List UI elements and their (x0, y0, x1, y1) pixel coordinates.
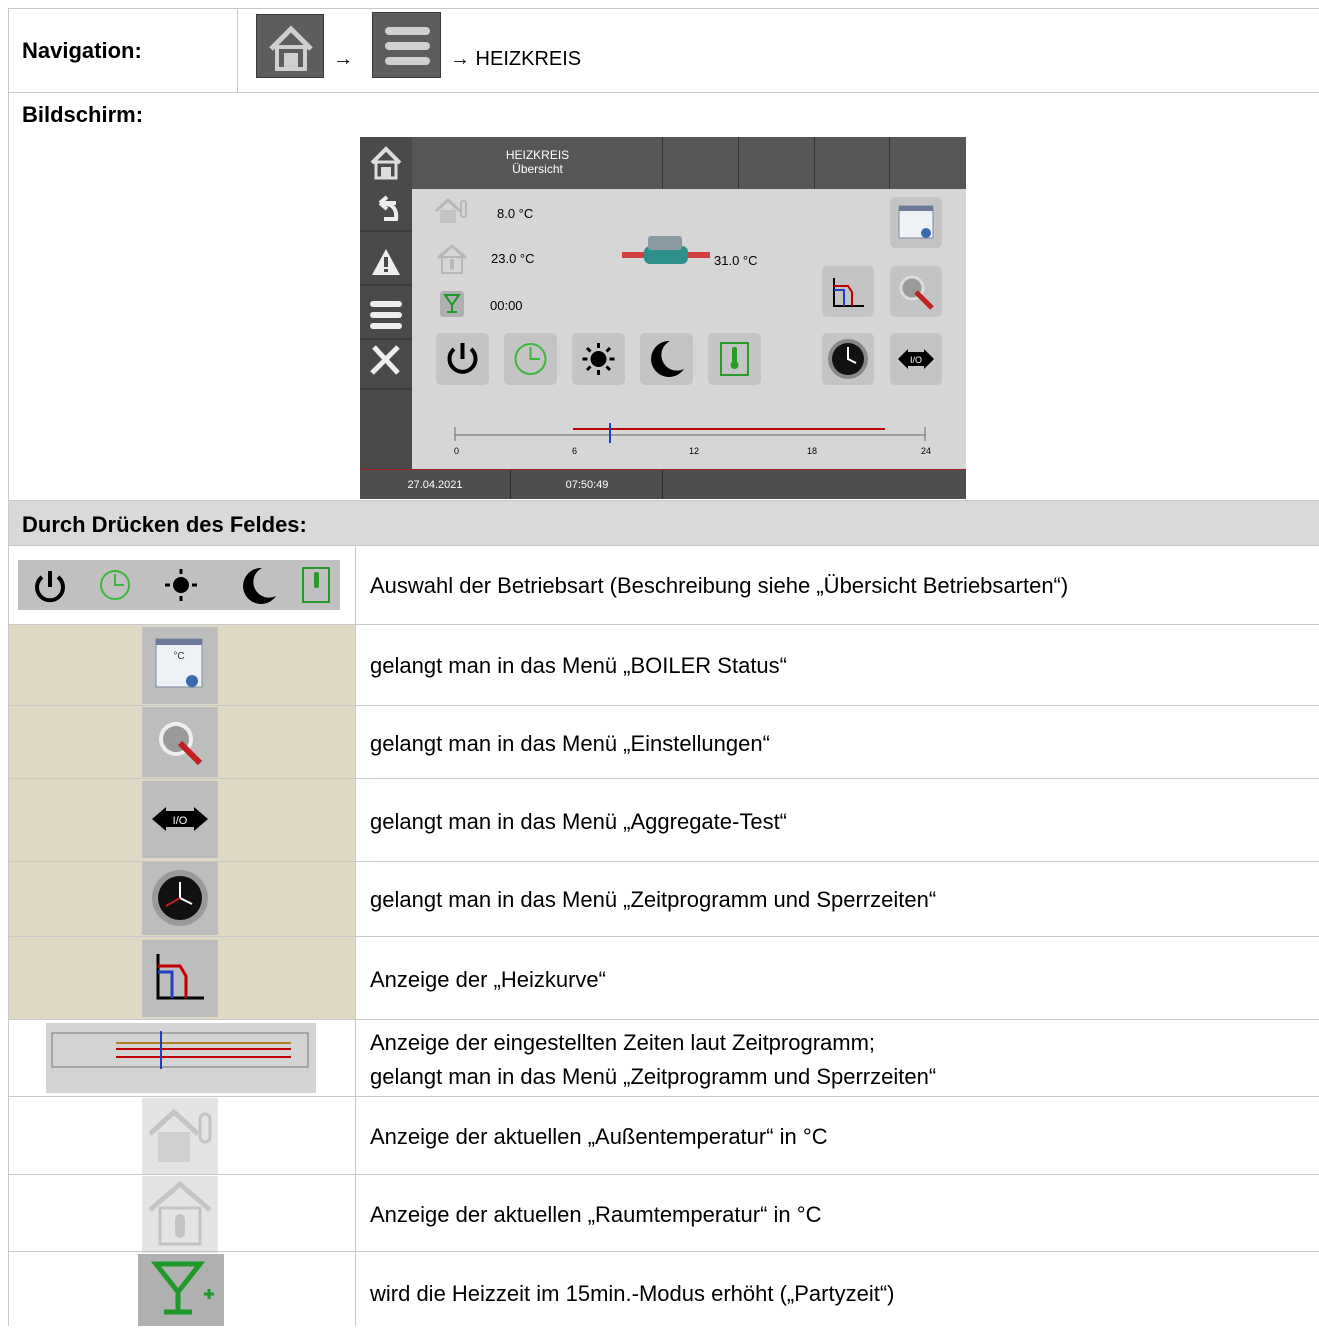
svg-text:°C: °C (173, 651, 184, 662)
operating-mode-icons (18, 560, 340, 610)
row-text: Anzeige der eingestellten Zeiten laut Ze… (370, 1030, 876, 1055)
menu-icon (385, 27, 430, 65)
outside-temp-icon (434, 197, 467, 223)
settings-icon (142, 707, 218, 777)
table-border-top (8, 8, 1319, 9)
nav-home-button[interactable] (256, 14, 324, 78)
io-test-icon: I/O (898, 349, 934, 369)
outside-temp-icon (142, 1098, 218, 1175)
mode-day-button[interactable] (572, 333, 625, 385)
timeline-tick: 24 (921, 446, 932, 456)
heating-curve-icon (142, 940, 218, 1017)
boiler-status-icon (898, 205, 934, 239)
row-divider (8, 1174, 1319, 1175)
row-text-line2: gelangt man in das Menü „Zeitprogramm un… (370, 1064, 937, 1089)
screen-title: HEIZKREIS Übersicht (414, 148, 661, 176)
home-icon (269, 25, 313, 71)
outside-temp-value: 8.0 °C (497, 206, 534, 221)
party-icon[interactable] (440, 291, 464, 317)
party-icon (138, 1254, 224, 1326)
clock-icon (828, 339, 868, 379)
nav-divider (237, 8, 238, 92)
screen-home-button[interactable] (360, 137, 412, 189)
sidebar-icons (360, 195, 412, 390)
timeline-tick: 0 (454, 446, 460, 456)
nav-target: → HEIZKREIS (450, 48, 582, 70)
timeline-tick: 18 (807, 446, 818, 456)
boiler-status-icon: °C (142, 627, 218, 704)
home-icon (370, 146, 402, 180)
room-temp-icon (142, 1176, 218, 1253)
timeline-icon (46, 1023, 316, 1093)
timeline-tick: 6 (572, 446, 578, 456)
section-label: Durch Drücken des Feldes: (22, 512, 307, 537)
mode-off-button[interactable] (436, 333, 489, 385)
row-divider (8, 92, 1319, 93)
row-divider (8, 545, 1319, 546)
screen-time: 07:50:49 (565, 479, 609, 491)
top-divider (662, 137, 663, 189)
mode-comfort-button[interactable] (708, 333, 761, 385)
time-program-button[interactable] (822, 333, 874, 385)
nav-arrow: → (333, 48, 353, 70)
io-test-icon: I/O (142, 781, 218, 858)
timeline-tick: 12 (689, 446, 700, 456)
nav-menu-button[interactable] (372, 12, 441, 78)
room-temp-icon (437, 244, 467, 274)
flow-temp-value: 31.0 °C (714, 253, 758, 268)
pump-icon (622, 236, 710, 264)
row-text: Anzeige der aktuellen „Außentemperatur“ … (370, 1124, 828, 1149)
row-text: Auswahl der Betriebsart (Beschreibung si… (370, 573, 1069, 598)
room-temp-value: 23.0 °C (491, 251, 535, 266)
party-time-value: 00:00 (490, 298, 523, 313)
screen-label: Bildschirm: (22, 102, 144, 127)
screen-screenshot: HEIZKREIS Übersicht 8.0 °C 23.0 °C 31.0 … (360, 137, 966, 499)
status-divider (662, 470, 663, 499)
settings-button[interactable] (890, 266, 942, 317)
clock-icon (142, 862, 218, 935)
clock-auto-icon (514, 343, 547, 375)
thermometer-icon (720, 342, 749, 376)
mode-night-button[interactable] (640, 333, 693, 385)
screen-date: 27.04.2021 (407, 479, 463, 491)
mode-auto-button[interactable] (504, 333, 557, 385)
row-text: gelangt man in das Menü „Zeitprogramm un… (370, 887, 937, 912)
top-divider (889, 137, 890, 189)
moon-icon (651, 340, 684, 377)
status-divider (510, 470, 511, 499)
screen-title-line1: HEIZKREIS (505, 148, 570, 162)
row-text: gelangt man in das Menü „BOILER Status“ (370, 653, 787, 678)
screen-sidebar (360, 189, 412, 469)
io-test-button[interactable]: I/O (890, 333, 942, 385)
row-divider (8, 1019, 1319, 1020)
row-text: wird die Heizzeit im 15min.-Modus erhöht… (370, 1281, 895, 1306)
settings-icon (899, 275, 934, 310)
row-text: gelangt man in das Menü „Einstellungen“ (370, 731, 770, 756)
row-text: gelangt man in das Menü „Aggregate-Test“ (370, 809, 788, 834)
boiler-status-button[interactable] (890, 197, 942, 248)
svg-text:I/O: I/O (910, 355, 922, 365)
heating-curve-button[interactable] (822, 266, 874, 317)
row-divider (8, 1251, 1319, 1252)
row-divider (8, 1096, 1319, 1097)
screen-title-line2: Übersicht (512, 162, 563, 176)
sun-icon (582, 343, 615, 375)
row-text: Anzeige der „Heizkurve“ (370, 967, 606, 992)
svg-text:I/O: I/O (173, 815, 188, 827)
power-icon (447, 343, 478, 374)
top-divider (814, 137, 815, 189)
heating-curve-icon (833, 278, 864, 307)
navigation-label: Navigation: (22, 38, 142, 63)
row-text: Anzeige der aktuellen „Raumtemperatur“ i… (370, 1202, 822, 1227)
mode-icons-strip (35, 567, 330, 604)
top-divider (738, 137, 739, 189)
